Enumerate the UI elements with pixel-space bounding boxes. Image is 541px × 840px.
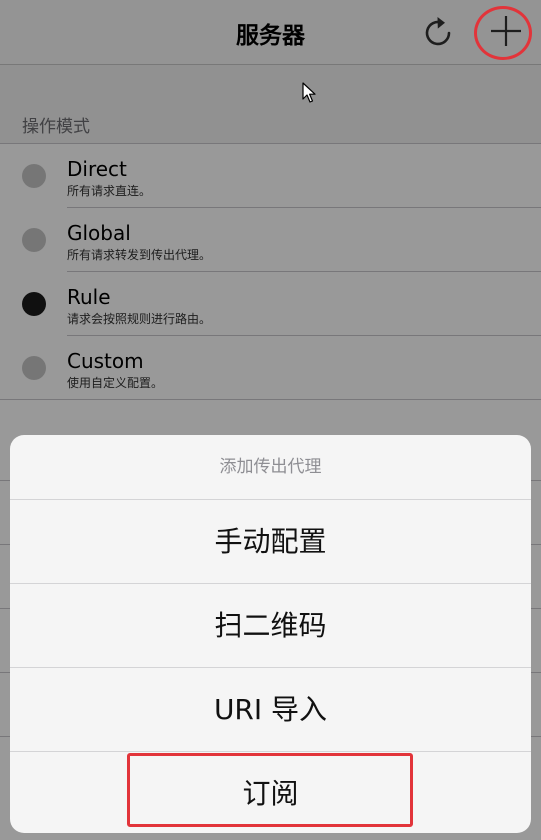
scan-qr-button[interactable]: 扫二维码	[10, 584, 531, 668]
add-button-highlight	[474, 6, 532, 60]
manual-config-button[interactable]: 手动配置	[10, 500, 531, 584]
action-sheet-title: 添加传出代理	[10, 435, 531, 500]
mouse-cursor-icon	[302, 82, 316, 103]
subscribe-highlight	[127, 753, 413, 827]
uri-import-button[interactable]: URI 导入	[10, 668, 531, 752]
